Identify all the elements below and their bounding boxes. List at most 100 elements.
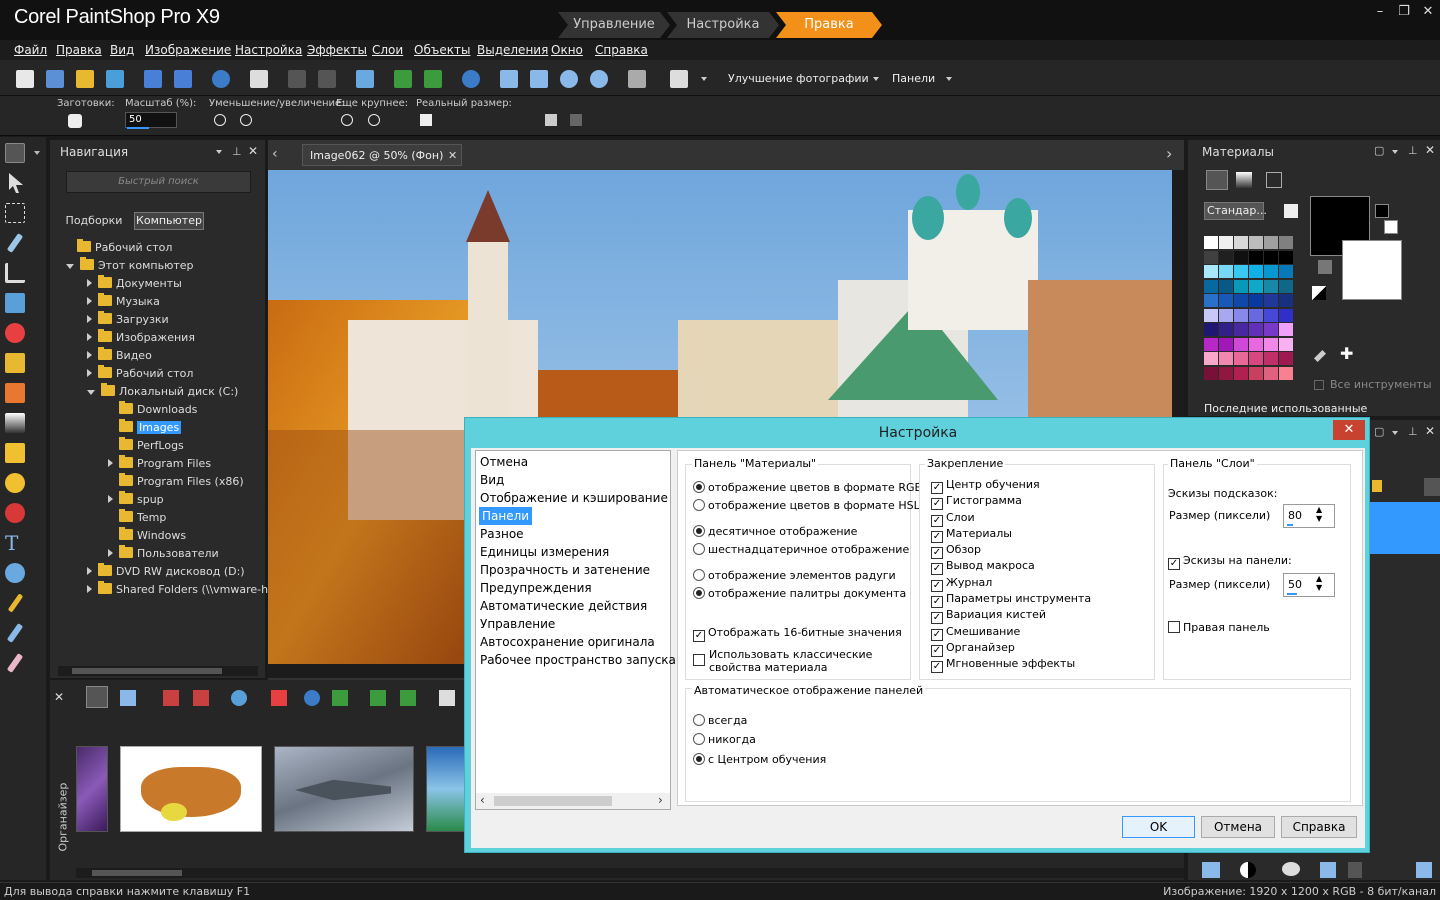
doc-scroll-left-icon[interactable]: ‹ [272, 146, 278, 162]
color-swatch[interactable] [1219, 337, 1233, 351]
color-swatch[interactable] [1264, 279, 1278, 293]
color-swatch[interactable] [1204, 265, 1218, 278]
tree-item[interactable]: Shared Folders (\\vmware-h [66, 581, 268, 599]
docking-checkbox[interactable]: ✓ Журнал [931, 575, 1151, 592]
layer-lock-icon[interactable] [1372, 480, 1382, 492]
mask-icon[interactable] [1240, 862, 1256, 878]
color-swatch[interactable] [1234, 337, 1248, 351]
eraser-tool-icon[interactable] [5, 443, 25, 463]
materials-menu-icon[interactable] [1392, 150, 1398, 154]
docking-checkbox-box[interactable]: ✓ [931, 563, 943, 576]
radio-hsl-indicator[interactable] [693, 499, 705, 511]
close-icon[interactable]: ✕ [248, 144, 258, 158]
expand-icon[interactable] [108, 459, 113, 467]
docking-checkbox[interactable]: ✓ Мгновенные эффекты [931, 656, 1151, 674]
makeover-tool-icon[interactable] [5, 353, 25, 373]
color-swatch[interactable] [1249, 250, 1263, 264]
fill-tool-icon[interactable] [5, 473, 25, 493]
fit-icon[interactable] [545, 114, 557, 126]
quick-search-input[interactable]: Быстрый поиск [66, 171, 251, 193]
radio-rainbow[interactable]: отображение элементов радуги [693, 568, 896, 584]
paste-icon[interactable] [670, 70, 688, 88]
docking-checkbox[interactable]: ✓ Центр обучения [931, 477, 1151, 494]
color-swatch[interactable] [1219, 323, 1233, 336]
color-swatch[interactable] [1264, 323, 1278, 336]
tree-item[interactable]: Видео [66, 347, 265, 365]
color-swatch[interactable] [1234, 236, 1248, 249]
panel-menu-icon[interactable] [216, 150, 222, 154]
checkbox-16bit-box[interactable]: ✓ [693, 630, 705, 642]
tree-item[interactable]: Музыка [66, 293, 265, 311]
new-icon[interactable] [16, 70, 34, 88]
red-eye-tool-icon[interactable] [5, 323, 25, 343]
radio-rgb-indicator[interactable] [693, 481, 705, 493]
add-swatch-icon[interactable]: ✚ [1340, 344, 1353, 363]
color-swatch[interactable] [1204, 352, 1218, 365]
share-icon[interactable] [212, 70, 230, 88]
zoom-slider[interactable] [127, 127, 149, 129]
radio-palette-indicator[interactable] [693, 587, 705, 599]
tree-item[interactable]: Документы [66, 275, 265, 293]
color-swatch[interactable] [1234, 265, 1248, 278]
organizer-details-icon[interactable] [120, 690, 136, 706]
fit-window-icon[interactable] [530, 70, 548, 88]
category-item[interactable]: Единицы измерения [480, 543, 609, 561]
color-swatch[interactable] [1249, 236, 1263, 249]
color-swatch[interactable] [1204, 279, 1218, 293]
expand-icon[interactable] [87, 585, 92, 593]
dropper-icon[interactable] [1314, 350, 1326, 362]
layer-row-selected[interactable] [1370, 502, 1440, 554]
color-swatch[interactable] [1279, 250, 1293, 264]
redo-icon[interactable] [318, 70, 336, 88]
color-swatch[interactable] [1204, 294, 1218, 307]
color-swatch[interactable] [1279, 265, 1293, 278]
nav-horizontal-scrollbar[interactable] [58, 666, 258, 676]
radio-never[interactable]: никогда [693, 732, 756, 748]
paste-dropdown-icon[interactable] [701, 77, 707, 81]
organizer-slideshow-icon[interactable] [332, 690, 348, 706]
menu-layers[interactable]: Слои [372, 43, 403, 57]
docking-checkbox-box[interactable]: ✓ [931, 579, 943, 592]
color-swatch[interactable] [1264, 250, 1278, 264]
organizer-rotate-left-icon[interactable] [370, 690, 386, 706]
paint-brush-tool-icon[interactable] [5, 383, 25, 403]
tree-item[interactable]: Program Files [66, 455, 265, 473]
materials-close-icon[interactable]: ✕ [1425, 143, 1435, 157]
expand-icon[interactable] [108, 549, 113, 557]
expand-icon[interactable] [87, 333, 92, 341]
color-swatch[interactable] [1264, 236, 1278, 249]
docking-checkbox-box[interactable]: ✓ [931, 498, 943, 511]
docking-checkbox-box[interactable]: ✓ [931, 661, 943, 674]
pick-tool-icon[interactable] [9, 173, 23, 193]
organizer-people-icon[interactable] [231, 690, 247, 706]
dialog-close-button[interactable]: ✕ [1333, 420, 1365, 440]
expand-icon[interactable] [87, 351, 92, 359]
new-from-template-icon[interactable] [46, 70, 64, 88]
radio-never-indicator[interactable] [693, 733, 705, 745]
zoom-more-in-icon[interactable] [368, 114, 380, 126]
docking-checkbox[interactable]: ✓ Смешивание [931, 624, 1151, 641]
color-swatch[interactable] [1279, 279, 1293, 293]
expand-icon[interactable] [87, 315, 92, 323]
color-swatch[interactable] [1204, 236, 1218, 249]
tree-item[interactable]: DVD RW дисковод (D:) [66, 563, 265, 581]
panels-menu[interactable]: Панели [892, 72, 935, 85]
radio-hex[interactable]: шестнадцатеричное отображение [693, 542, 909, 558]
organizer-map-icon[interactable] [271, 690, 287, 706]
organizer-rotate-right-icon[interactable] [400, 690, 416, 706]
expand-icon[interactable] [87, 297, 92, 305]
close-button[interactable]: ✕ [1418, 4, 1438, 20]
menu-window[interactable]: Окно [551, 43, 583, 57]
swap-colors-icon[interactable] [1318, 260, 1332, 274]
docking-checkbox-box[interactable]: ✓ [931, 530, 943, 543]
color-swatch[interactable] [1249, 308, 1263, 322]
category-item[interactable]: Отмена [480, 453, 528, 471]
color-swatch[interactable] [1249, 279, 1263, 293]
new-layer-icon[interactable] [1202, 862, 1220, 878]
organizer-untag-icon[interactable] [193, 690, 209, 706]
color-swatch[interactable] [1219, 352, 1233, 365]
tree-item[interactable]: Program Files (x86) [66, 473, 265, 491]
size2-spin-arrows-icon[interactable]: ▲ ▼ [1316, 574, 1322, 592]
scan-icon[interactable] [106, 70, 124, 88]
materials-maximize-icon[interactable]: ▢ [1374, 144, 1384, 157]
